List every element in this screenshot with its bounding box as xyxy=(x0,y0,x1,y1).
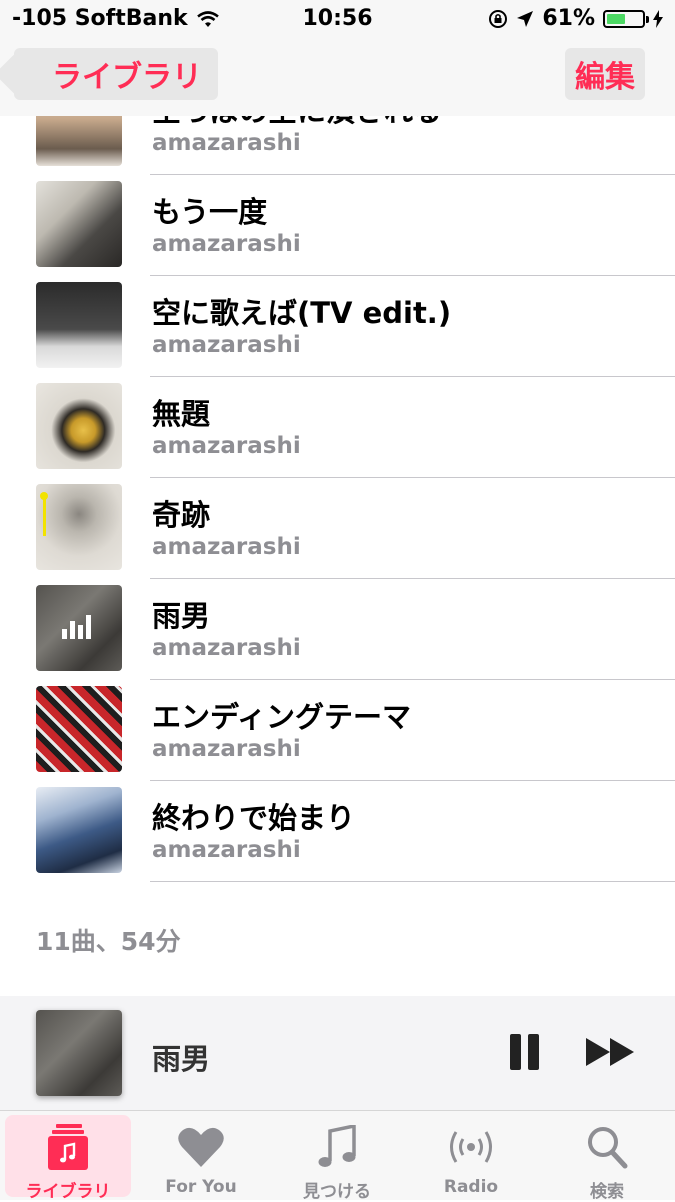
edit-button[interactable]: 編集 xyxy=(565,48,645,100)
battery-icon xyxy=(603,9,649,28)
music-note-icon xyxy=(318,1125,356,1167)
song-title: 奇跡 xyxy=(152,498,211,532)
song-artist: amazarashi xyxy=(152,635,301,661)
battery-fill xyxy=(607,13,626,24)
song-count-summary: 11曲、54分 xyxy=(36,927,181,956)
song-row-now-playing[interactable]: 雨男 amazarashi xyxy=(0,579,675,680)
tab-library[interactable]: ライブラリ xyxy=(5,1115,131,1202)
mini-player-title: 雨男 xyxy=(152,1042,211,1076)
song-artist: amazarashi xyxy=(152,736,301,762)
song-artist: amazarashi xyxy=(152,130,301,156)
tab-bar: ライブラリ For You 見つける Radio 検索 xyxy=(0,1111,675,1202)
location-icon xyxy=(517,10,534,27)
song-row[interactable]: もう一度 amazarashi xyxy=(0,175,675,276)
back-button[interactable]: ライブラリ xyxy=(14,48,218,100)
song-row[interactable]: 空に歌えば(TV edit.) amazarashi xyxy=(0,276,675,377)
library-icon xyxy=(48,1124,88,1170)
song-artist: amazarashi xyxy=(152,332,301,358)
mini-player-album-art xyxy=(36,1010,122,1096)
song-title: 空に歌えば(TV edit.) xyxy=(152,296,452,330)
back-button-label: ライブラリ xyxy=(52,60,202,95)
album-art xyxy=(36,686,122,772)
song-artist: amazarashi xyxy=(152,433,301,459)
edit-button-label: 編集 xyxy=(575,60,635,95)
tab-radio[interactable]: Radio xyxy=(408,1115,534,1197)
song-row[interactable]: 空っぽの空に潰される amazarashi xyxy=(0,116,675,175)
now-playing-equalizer-icon xyxy=(62,613,91,639)
album-art xyxy=(36,484,122,570)
status-right: 61% xyxy=(488,6,663,31)
heart-icon xyxy=(178,1127,224,1167)
orientation-lock-icon xyxy=(489,9,508,28)
song-list: 空っぽの空に潰される amazarashi もう一度 amazarashi 空に… xyxy=(0,116,675,886)
song-row[interactable]: 奇跡 amazarashi xyxy=(0,478,675,579)
charging-icon xyxy=(653,9,663,28)
fast-forward-icon[interactable] xyxy=(584,1036,636,1068)
song-row[interactable]: 無題 amazarashi xyxy=(0,377,675,478)
album-art xyxy=(36,787,122,873)
song-title: 終わりで始まり xyxy=(152,801,356,835)
album-art xyxy=(36,383,122,469)
tab-label: ライブラリ xyxy=(25,1182,111,1202)
tab-browse[interactable]: 見つける xyxy=(274,1115,400,1202)
song-row[interactable]: 終わりで始まり amazarashi xyxy=(0,781,675,882)
tab-label: 検索 xyxy=(590,1182,624,1202)
album-art xyxy=(36,585,122,671)
mini-player[interactable]: 雨男 xyxy=(0,996,675,1111)
song-title: もう一度 xyxy=(152,195,268,229)
song-artist: amazarashi xyxy=(152,534,301,560)
battery-percent: 61% xyxy=(542,6,595,31)
tab-search[interactable]: 検索 xyxy=(544,1115,670,1202)
song-title: 空っぽの空に潰される xyxy=(152,116,442,130)
song-artist: amazarashi xyxy=(152,837,301,863)
song-artist: amazarashi xyxy=(152,231,301,257)
tab-for-you[interactable]: For You xyxy=(138,1115,264,1197)
song-title: 無題 xyxy=(152,397,211,431)
song-row[interactable]: エンディングテーマ amazarashi xyxy=(0,680,675,781)
pause-icon[interactable] xyxy=(508,1034,540,1070)
nav-bar: ライブラリ 編集 xyxy=(0,40,675,116)
album-art xyxy=(36,116,122,166)
radio-icon xyxy=(450,1131,492,1163)
album-art xyxy=(36,282,122,368)
song-title: エンディングテーマ xyxy=(152,700,411,734)
album-art xyxy=(36,181,122,267)
tab-label: 見つける xyxy=(303,1182,371,1202)
tab-label: For You xyxy=(165,1177,237,1197)
search-icon xyxy=(588,1127,628,1169)
tab-label: Radio xyxy=(443,1177,499,1197)
status-bar: -105 SoftBank 10:56 61% xyxy=(0,0,675,40)
song-title: 雨男 xyxy=(152,599,211,633)
